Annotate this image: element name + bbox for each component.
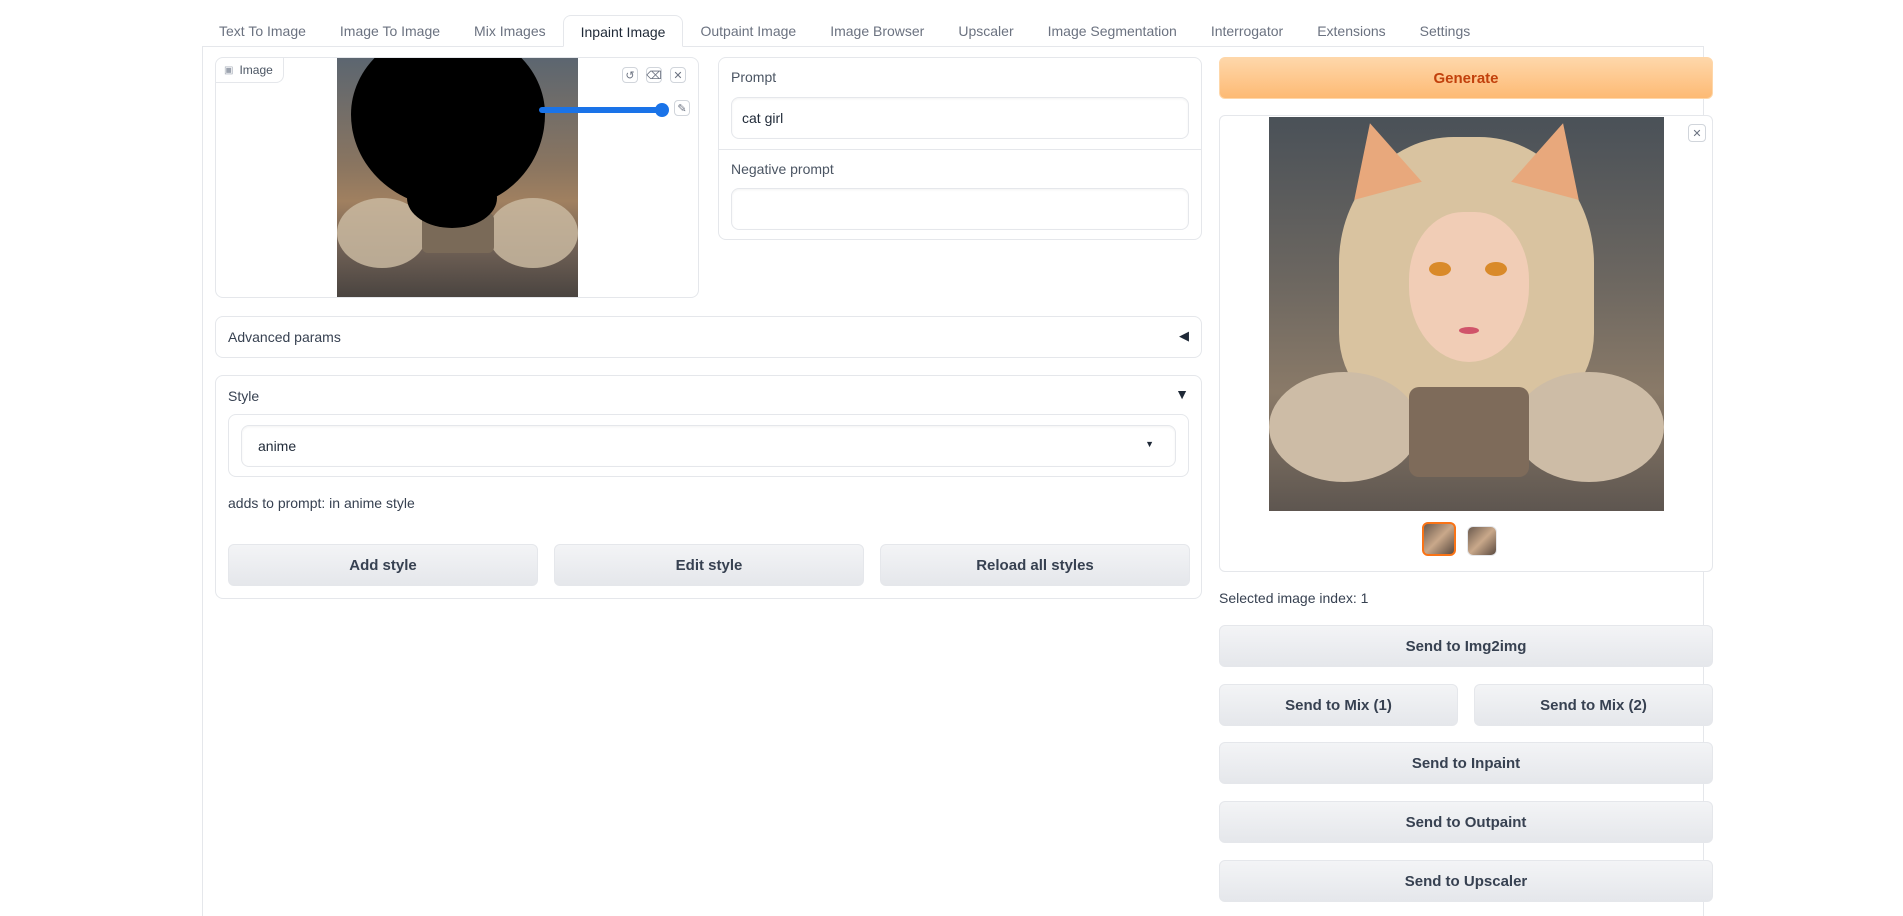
send-to-outpaint-button[interactable]: Send to Outpaint [1219,801,1713,843]
advanced-params-accordion[interactable]: Advanced params ◀ [215,316,1202,358]
tab-interrogator[interactable]: Interrogator [1194,15,1300,47]
reload-all-styles-button[interactable]: Reload all styles [880,544,1190,586]
face [1409,212,1529,362]
mask-canvas[interactable] [337,58,578,297]
dropdown-caret-icon[interactable]: ▼ [1145,439,1154,449]
edit-style-button[interactable]: Edit style [554,544,864,586]
send-to-upscaler-button[interactable]: Send to Upscaler [1219,860,1713,902]
style-accordion: Style ▼ anime ▼ adds to prompt: in anime… [215,375,1202,599]
generated-image[interactable] [1269,117,1664,511]
selected-image-index: Selected image index: 1 [1219,590,1369,606]
send-to-mix-2-button[interactable]: Send to Mix (2) [1474,684,1713,726]
prompt-panel: Prompt cat girl Negative prompt [718,57,1202,240]
style-dropdown[interactable]: anime [241,425,1176,467]
thumbnail-1[interactable] [1422,522,1456,556]
thumbnail-2[interactable] [1467,526,1497,556]
fur-right [1514,372,1664,482]
mask-blob-bottom [407,168,497,228]
close-icon[interactable]: ✕ [670,67,686,83]
fur-left [1269,372,1419,482]
tab-text-to-image[interactable]: Text To Image [202,15,323,47]
close-icon[interactable]: ✕ [1688,124,1706,142]
fur-shoulder-right [488,198,578,268]
style-label: Style [228,388,260,404]
image-icon: ▣ [224,64,234,76]
eye-right [1485,262,1507,276]
image-editor: ▣ Image ↺ ⌫ ✕ ✎ [215,57,699,298]
image-label: ▣ Image [216,58,284,83]
collapse-arrow-icon[interactable]: ◀ [1179,328,1189,344]
tab-outpaint-image[interactable]: Outpaint Image [683,15,813,47]
expand-arrow-icon[interactable]: ▼ [1175,386,1189,402]
generate-button[interactable]: Generate [1219,57,1713,99]
prompt-input[interactable]: cat girl [731,97,1189,139]
tab-inpaint-image[interactable]: Inpaint Image [562,15,684,47]
undo-icon[interactable]: ↺ [622,67,638,83]
brush-icon[interactable]: ✎ [674,100,690,116]
advanced-params-label: Advanced params [228,329,341,345]
tab-settings[interactable]: Settings [1403,15,1488,47]
prompt-label: Prompt [731,69,777,85]
tab-upscaler[interactable]: Upscaler [941,15,1030,47]
tab-mix-images[interactable]: Mix Images [457,15,563,47]
negative-prompt-label: Negative prompt [731,161,834,177]
send-to-mix-1-button[interactable]: Send to Mix (1) [1219,684,1458,726]
eye-left [1429,262,1451,276]
gallery: ✕ [1219,115,1713,572]
tab-bar: Text To Image Image To Image Mix Images … [202,15,1487,47]
lips [1459,327,1479,334]
eraser-icon[interactable]: ⌫ [646,67,662,83]
negative-prompt-input[interactable] [731,188,1189,230]
send-to-inpaint-button[interactable]: Send to Inpaint [1219,742,1713,784]
armor-collar [1409,387,1529,477]
brush-size-slider[interactable] [539,107,663,113]
brush-slider-handle[interactable] [655,103,669,117]
tab-image-browser[interactable]: Image Browser [813,15,941,47]
prompt-divider [719,149,1201,150]
tab-image-to-image[interactable]: Image To Image [323,15,457,47]
send-to-img2img-button[interactable]: Send to Img2img [1219,625,1713,667]
tab-extensions[interactable]: Extensions [1300,15,1402,47]
add-style-button[interactable]: Add style [228,544,538,586]
style-selected-value: anime [258,438,297,454]
style-select-container: anime ▼ [228,414,1189,477]
style-description: adds to prompt: in anime style [228,495,415,511]
tab-image-segmentation[interactable]: Image Segmentation [1031,15,1194,47]
